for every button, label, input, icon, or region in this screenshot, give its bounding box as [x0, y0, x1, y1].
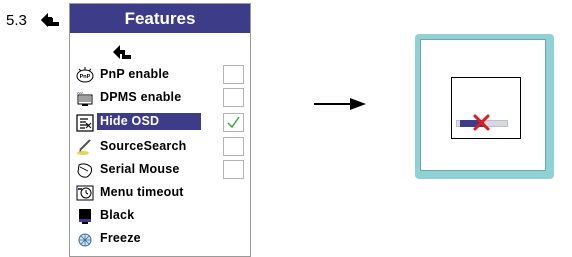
menu-back-icon[interactable]	[112, 44, 132, 60]
osd-illustration-inner	[420, 39, 546, 171]
menu-item-source-search[interactable]: SourceSearch	[76, 137, 250, 158]
svg-text:PnP: PnP	[80, 74, 91, 80]
checkmark-icon	[227, 116, 240, 129]
close-x-icon	[473, 114, 490, 131]
freeze-icon	[78, 233, 92, 247]
menu-item-dpms-enable[interactable]: zzz DPMS enable	[76, 88, 250, 109]
menu-item-label: SourceSearch	[100, 139, 187, 153]
menu-item-black[interactable]: Black	[76, 207, 250, 227]
source-search-checkbox[interactable]	[223, 137, 244, 156]
dpms-checkbox[interactable]	[223, 88, 244, 107]
right-arrow-icon	[314, 98, 366, 110]
hide-osd-checkbox[interactable]	[223, 113, 244, 132]
back-arrow-icon	[41, 13, 59, 27]
menu-item-label: Serial Mouse	[100, 162, 180, 176]
menu-item-serial-mouse[interactable]: Serial Mouse	[76, 160, 250, 181]
screen-icon	[451, 77, 521, 139]
menu-item-menu-timeout[interactable]: Menu timeout	[76, 184, 250, 204]
menu-item-pnp-enable[interactable]: PnP PnP enable	[76, 65, 250, 86]
black-icon	[79, 209, 91, 224]
features-menu: Features PnP PnP enable zzz DPMS enable …	[69, 3, 251, 257]
serial-mouse-icon	[77, 163, 92, 178]
menu-item-label: PnP enable	[100, 67, 170, 81]
hide-osd-icon	[76, 114, 94, 132]
osd-illustration	[415, 34, 554, 179]
serial-mouse-checkbox[interactable]	[223, 160, 244, 179]
pnp-icon: PnP	[76, 67, 94, 83]
menu-timeout-icon	[76, 185, 94, 201]
dpms-icon: zzz	[77, 90, 93, 106]
menu-title: Features	[70, 4, 250, 33]
pnp-checkbox[interactable]	[223, 65, 244, 84]
menu-item-label: Black	[100, 208, 135, 222]
section-number: 5.3	[6, 12, 27, 29]
menu-item-label: Hide OSD	[97, 113, 201, 130]
menu-item-hide-osd[interactable]: Hide OSD	[76, 113, 250, 134]
menu-item-label: DPMS enable	[100, 90, 182, 104]
menu-item-label: Freeze	[100, 231, 141, 245]
menu-item-freeze[interactable]: Freeze	[76, 230, 250, 250]
source-search-icon	[77, 139, 91, 155]
menu-item-label: Menu timeout	[100, 185, 184, 199]
svg-text:zzz: zzz	[77, 90, 83, 95]
